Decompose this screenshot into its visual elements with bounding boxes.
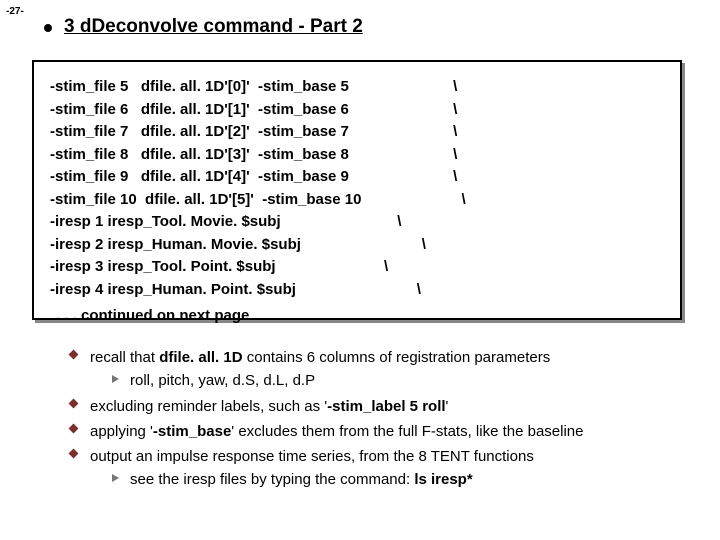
- note-subitem: see the iresp files by typing the comman…: [90, 468, 690, 491]
- note-text: contains 6 columns of registration param…: [243, 349, 551, 366]
- note-text: excluding reminder labels, such as ': [90, 398, 327, 415]
- note-text: recall that: [90, 349, 159, 366]
- note-sub-text: see the iresp files by typing the comman…: [130, 471, 414, 488]
- code-line: -stim_file 7 dfile. all. 1D'[2]' -stim_b…: [50, 121, 664, 144]
- note-item: output an impulse response time series, …: [70, 445, 690, 492]
- bullet-disc-icon: [44, 24, 52, 32]
- code-line: -stim_file 8 dfile. all. 1D'[3]' -stim_b…: [50, 144, 664, 167]
- note-bold: dfile. all. 1D: [159, 349, 242, 366]
- page-title: 3 dDeconvolve command - Part 2: [64, 16, 363, 38]
- title-row: 3 dDeconvolve command - Part 2: [44, 16, 363, 38]
- note-subitem: roll, pitch, yaw, d.S, d.L, d.P: [90, 369, 690, 392]
- code-line: -stim_file 6 dfile. all. 1D'[1]' -stim_b…: [50, 99, 664, 122]
- code-line: -iresp 2 iresp_Human. Movie. $subj \: [50, 234, 664, 257]
- diamond-bullet-icon: [69, 350, 79, 360]
- page-number: -27-: [6, 6, 24, 17]
- continued-label: . . . continued on next page: [56, 305, 664, 328]
- notes-list: recall that dfile. all. 1D contains 6 co…: [70, 346, 690, 494]
- note-text: ': [446, 398, 449, 415]
- diamond-bullet-icon: [69, 423, 79, 433]
- note-bold: -stim_label 5 roll: [327, 398, 445, 415]
- note-item: applying '-stim_base' excludes them from…: [70, 420, 690, 443]
- diamond-bullet-icon: [69, 398, 79, 408]
- triangle-bullet-icon: [112, 375, 119, 383]
- note-sub-bold: ls iresp*: [414, 471, 472, 488]
- code-line: -stim_file 9 dfile. all. 1D'[4]' -stim_b…: [50, 166, 664, 189]
- note-sub-text: roll, pitch, yaw, d.S, d.L, d.P: [130, 372, 315, 389]
- code-box: -stim_file 5 dfile. all. 1D'[0]' -stim_b…: [32, 60, 682, 320]
- note-text: output an impulse response time series, …: [90, 448, 534, 465]
- note-text: ' excludes them from the full F-stats, l…: [231, 423, 583, 440]
- code-line: -iresp 1 iresp_Tool. Movie. $subj \: [50, 211, 664, 234]
- note-item: excluding reminder labels, such as '-sti…: [70, 395, 690, 418]
- code-line: -iresp 3 iresp_Tool. Point. $subj \: [50, 256, 664, 279]
- code-line: -stim_file 10 dfile. all. 1D'[5]' -stim_…: [50, 189, 664, 212]
- triangle-bullet-icon: [112, 474, 119, 482]
- note-text: applying ': [90, 423, 153, 440]
- note-item: recall that dfile. all. 1D contains 6 co…: [70, 346, 690, 393]
- code-line: -iresp 4 iresp_Human. Point. $subj \: [50, 279, 664, 302]
- note-bold: -stim_base: [153, 423, 231, 440]
- code-line: -stim_file 5 dfile. all. 1D'[0]' -stim_b…: [50, 76, 664, 99]
- diamond-bullet-icon: [69, 449, 79, 459]
